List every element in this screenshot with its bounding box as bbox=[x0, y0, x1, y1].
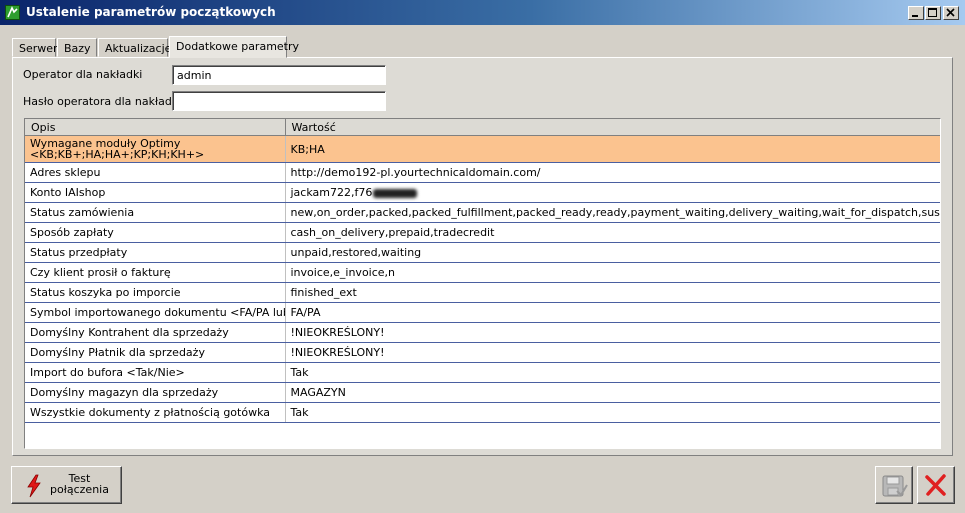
maximize-icon bbox=[928, 8, 937, 17]
cell-opis[interactable]: Status koszyka po imporcie bbox=[25, 282, 286, 303]
minimize-icon bbox=[912, 15, 918, 17]
minimize-button[interactable] bbox=[908, 6, 924, 20]
lightning-icon bbox=[27, 474, 41, 498]
maximize-button[interactable] bbox=[925, 6, 941, 20]
column-header-opis[interactable]: Opis bbox=[25, 119, 286, 136]
app-icon bbox=[5, 5, 20, 20]
cell-wartosc[interactable]: invoice,e_invoice,n bbox=[285, 262, 940, 283]
cell-wartosc[interactable]: !NIEOKREŚLONY! bbox=[285, 342, 940, 363]
tab-dodatkowe-parametry[interactable]: Dodatkowe parametry bbox=[169, 36, 299, 58]
operator-label: Operator dla nakładki bbox=[23, 68, 143, 81]
window-title: Ustalenie parametrów początkowych bbox=[26, 5, 276, 19]
tab-aktualizacje[interactable]: Aktualizacje bbox=[98, 38, 171, 57]
cell-opis[interactable]: Domyślny magazyn dla sprzedaży bbox=[25, 382, 286, 403]
table-row[interactable]: Status koszyka po imporcie finished_ext bbox=[25, 282, 940, 303]
cell-opis[interactable]: Status zamówienia bbox=[25, 202, 286, 223]
cell-opis[interactable]: Status przedpłaty bbox=[25, 242, 286, 263]
table-row[interactable]: Import do bufora <Tak/Nie> Tak bbox=[25, 362, 940, 383]
cell-wartosc[interactable]: cash_on_delivery,prepaid,tradecredit bbox=[285, 222, 940, 243]
parameters-grid[interactable]: Opis Wartość Wymagane moduły Optimy <KB;… bbox=[24, 118, 941, 449]
save-button[interactable] bbox=[875, 466, 913, 504]
cell-wartosc[interactable]: new,on_order,packed,packed_fulfillment,p… bbox=[285, 202, 940, 223]
cell-opis[interactable]: Adres sklepu bbox=[25, 162, 286, 183]
parameters-table: Opis Wartość Wymagane moduły Optimy <KB;… bbox=[25, 119, 940, 423]
table-row[interactable]: Domyślny Płatnik dla sprzedaży !NIEOKREŚ… bbox=[25, 342, 940, 363]
test-connection-button[interactable]: Test połączenia bbox=[11, 466, 122, 504]
tab-bazy[interactable]: Bazy bbox=[57, 38, 97, 57]
cell-wartosc[interactable]: http://demo192-pl.yourtechnicaldomain.co… bbox=[285, 162, 940, 183]
save-disk-icon bbox=[882, 475, 908, 497]
table-row[interactable]: Wszystkie dokumenty z płatnością gotówka… bbox=[25, 402, 940, 423]
cell-opis[interactable]: Czy klient prosił o fakturę bbox=[25, 262, 286, 283]
cell-opis[interactable]: Domyślny Płatnik dla sprzedaży bbox=[25, 342, 286, 363]
cell-opis[interactable]: Sposób zapłaty bbox=[25, 222, 286, 243]
test-connection-label: Test połączenia bbox=[42, 473, 117, 495]
title-bar[interactable]: Ustalenie parametrów początkowych bbox=[0, 0, 965, 25]
cancel-button[interactable] bbox=[917, 466, 955, 504]
table-row[interactable]: Czy klient prosił o fakturę invoice,e_in… bbox=[25, 262, 940, 283]
column-header-wartosc[interactable]: Wartość bbox=[285, 119, 940, 136]
table-row[interactable]: Sposób zapłaty cash_on_delivery,prepaid,… bbox=[25, 222, 940, 243]
main-window: Ustalenie parametrów początkowych Serwer… bbox=[0, 0, 965, 513]
cell-wartosc[interactable]: Tak bbox=[285, 362, 940, 383]
cell-wartosc[interactable]: finished_ext bbox=[285, 282, 940, 303]
cell-wartosc[interactable]: unpaid,restored,waiting bbox=[285, 242, 940, 263]
cell-opis[interactable]: Wszystkie dokumenty z płatnością gotówka bbox=[25, 402, 286, 423]
cell-wartosc[interactable]: Tak bbox=[285, 402, 940, 423]
table-row[interactable]: Konto IAIshop jackam722,f76 bbox=[25, 182, 940, 203]
test-connection-line2: połączenia bbox=[50, 483, 109, 496]
cell-opis[interactable]: Wymagane moduły Optimy <KB;KB+;HA;HA+;KP… bbox=[25, 135, 286, 163]
table-header-row: Opis Wartość bbox=[25, 119, 940, 136]
close-icon bbox=[946, 8, 955, 17]
cell-opis[interactable]: Import do bufora <Tak/Nie> bbox=[25, 362, 286, 383]
redacted-blur bbox=[373, 188, 418, 198]
cell-wartosc[interactable]: FA/PA bbox=[285, 302, 940, 323]
tab-serwer[interactable]: Serwer bbox=[12, 38, 58, 57]
table-row[interactable]: Symbol importowanego dokumentu <FA/PA lu… bbox=[25, 302, 940, 323]
cell-opis[interactable]: Konto IAIshop bbox=[25, 182, 286, 203]
table-row[interactable]: Domyślny magazyn dla sprzedaży MAGAZYN bbox=[25, 382, 940, 403]
cell-wartosc[interactable]: MAGAZYN bbox=[285, 382, 940, 403]
cell-wartosc[interactable]: !NIEOKREŚLONY! bbox=[285, 322, 940, 343]
table-row[interactable]: Adres sklepu http://demo192-pl.yourtechn… bbox=[25, 162, 940, 183]
close-window-button[interactable] bbox=[943, 6, 959, 20]
password-label: Hasło operatora dla nakładki bbox=[23, 95, 182, 108]
red-x-icon bbox=[925, 474, 946, 496]
cell-opis[interactable]: Symbol importowanego dokumentu <FA/PA lu… bbox=[25, 302, 286, 323]
table-row[interactable]: Domyślny Kontrahent dla sprzedaży !NIEOK… bbox=[25, 322, 940, 343]
operator-input[interactable] bbox=[172, 65, 386, 85]
table-row[interactable]: Status zamówienia new,on_order,packed,pa… bbox=[25, 202, 940, 223]
table-row[interactable]: Wymagane moduły Optimy <KB;KB+;HA;HA+;KP… bbox=[25, 135, 940, 163]
cell-wartosc[interactable]: KB;HA bbox=[285, 135, 940, 163]
password-input[interactable] bbox=[172, 91, 386, 111]
cell-wartosc-text: jackam722,f76 bbox=[290, 186, 373, 199]
table-row[interactable]: Status przedpłaty unpaid,restored,waitin… bbox=[25, 242, 940, 263]
cell-wartosc[interactable]: jackam722,f76 bbox=[285, 182, 940, 203]
bottom-toolbar: Test połączenia bbox=[0, 458, 965, 513]
cell-opis[interactable]: Domyślny Kontrahent dla sprzedaży bbox=[25, 322, 286, 343]
